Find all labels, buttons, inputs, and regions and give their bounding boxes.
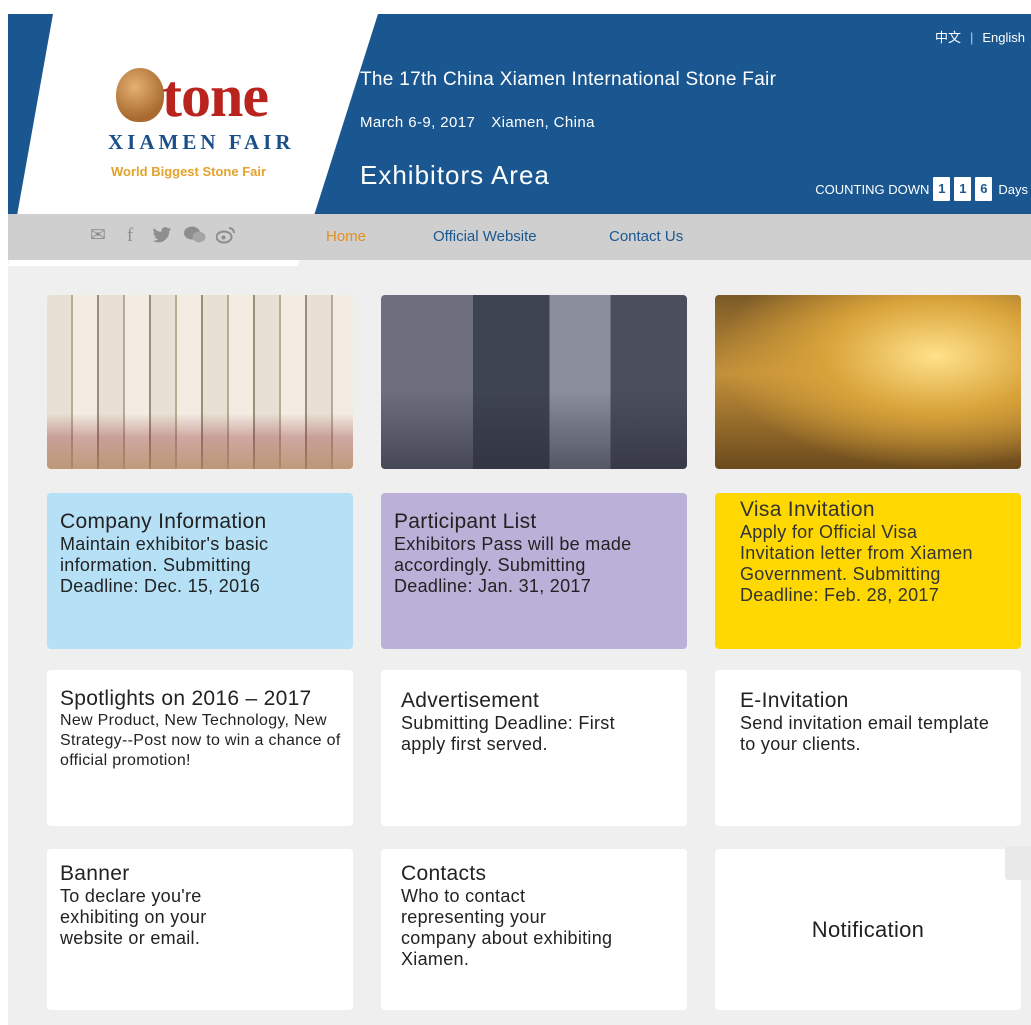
stone-tiles-photo <box>47 295 353 469</box>
card-description: Send invitation email template to your c… <box>740 713 990 754</box>
fair-location: Xiamen, China <box>491 114 595 131</box>
site-header: tone XIAMEN FAIR World Biggest Stone Fai… <box>8 14 1031 266</box>
lang-separator: | <box>969 30 974 45</box>
logo-tagline: World Biggest Stone Fair <box>111 164 267 179</box>
card-description: New Product, New Technology, New Strateg… <box>60 712 341 769</box>
card-participant-list[interactable]: Participant List Exhibitors Pass will be… <box>381 493 687 649</box>
logo-word[interactable]: tone <box>162 66 269 126</box>
card-visa-invitation[interactable]: Visa Invitation Apply for Official Visa … <box>715 493 1021 649</box>
card-description: To declare you're exhibiting on your web… <box>60 886 207 948</box>
facebook-icon[interactable]: f <box>120 226 140 246</box>
countdown-digit: 1 <box>933 177 951 201</box>
card-title: Banner <box>60 862 130 885</box>
card-e-invitation[interactable]: E-Invitation Send invitation email templ… <box>715 670 1021 826</box>
card-description: Who to contact representing your company… <box>401 886 613 969</box>
scroll-to-top-tab[interactable] <box>1005 846 1031 880</box>
card-description: Exhibitors Pass will be made accordingly… <box>394 534 632 596</box>
card-spotlights[interactable]: Spotlights on 2016 – 2017 New Product, N… <box>47 670 353 826</box>
mail-icon[interactable]: ✉ <box>88 226 108 246</box>
countdown-digit: 6 <box>975 177 993 201</box>
weibo-icon[interactable] <box>215 226 236 246</box>
logo-subtitle: XIAMEN FAIR <box>108 130 295 154</box>
social-links: ✉ f <box>88 226 236 246</box>
nav-contact-us[interactable]: Contact Us <box>609 228 683 245</box>
card-title: Contacts <box>401 862 487 885</box>
fair-date: March 6-9, 2017 <box>360 114 476 131</box>
wechat-icon[interactable] <box>184 226 206 246</box>
card-contacts[interactable]: Contacts Who to contact representing you… <box>381 849 687 1010</box>
page-title: Exhibitors Area <box>360 160 550 190</box>
card-title: Spotlights on 2016 – 2017 <box>60 687 312 710</box>
card-title: E-Invitation <box>740 689 849 712</box>
page-frame: tone XIAMEN FAIR World Biggest Stone Fai… <box>8 14 1031 1025</box>
card-title: Visa Invitation <box>740 498 875 521</box>
card-company-information[interactable]: Company Information Maintain exhibitor's… <box>47 493 353 649</box>
fair-title: The 17th China Xiamen International Ston… <box>360 69 777 90</box>
countdown-label: COUNTING DOWN <box>815 181 930 197</box>
stone-emblem-icon <box>116 68 164 122</box>
card-title: Company Information <box>60 510 267 533</box>
card-description: Submitting Deadline: First apply first s… <box>401 713 615 754</box>
lang-chinese-link[interactable]: 中文 <box>935 30 961 45</box>
card-title: Notification <box>811 917 925 942</box>
nav-official-website[interactable]: Official Website <box>433 228 537 245</box>
card-title: Participant List <box>394 510 537 533</box>
stone-lounge-photo <box>715 295 1021 469</box>
exhibition-hall-photo <box>381 295 687 469</box>
countdown: COUNTING DOWN 1 1 6 Days <box>815 177 1028 201</box>
fair-date-location: March 6-9, 2017 Xiamen, China <box>360 114 595 131</box>
card-notification[interactable]: Notification <box>715 849 1021 1010</box>
card-advertisement[interactable]: Advertisement Submitting Deadline: First… <box>381 670 687 826</box>
lang-english-link[interactable]: English <box>982 30 1025 45</box>
nav-home[interactable]: Home <box>326 228 366 245</box>
countdown-unit: Days <box>998 181 1028 197</box>
countdown-digit: 1 <box>954 177 972 201</box>
language-switcher: 中文 | English <box>935 27 1025 46</box>
card-description: Maintain exhibitor's basic information. … <box>60 534 269 596</box>
card-title: Advertisement <box>401 689 540 712</box>
card-description: Apply for Official Visa Invitation lette… <box>740 522 973 605</box>
card-banner[interactable]: Banner To declare you're exhibiting on y… <box>47 849 353 1010</box>
main-nav: ✉ f Home Official Website Contact Us <box>8 214 1031 260</box>
twitter-icon[interactable] <box>152 226 172 246</box>
